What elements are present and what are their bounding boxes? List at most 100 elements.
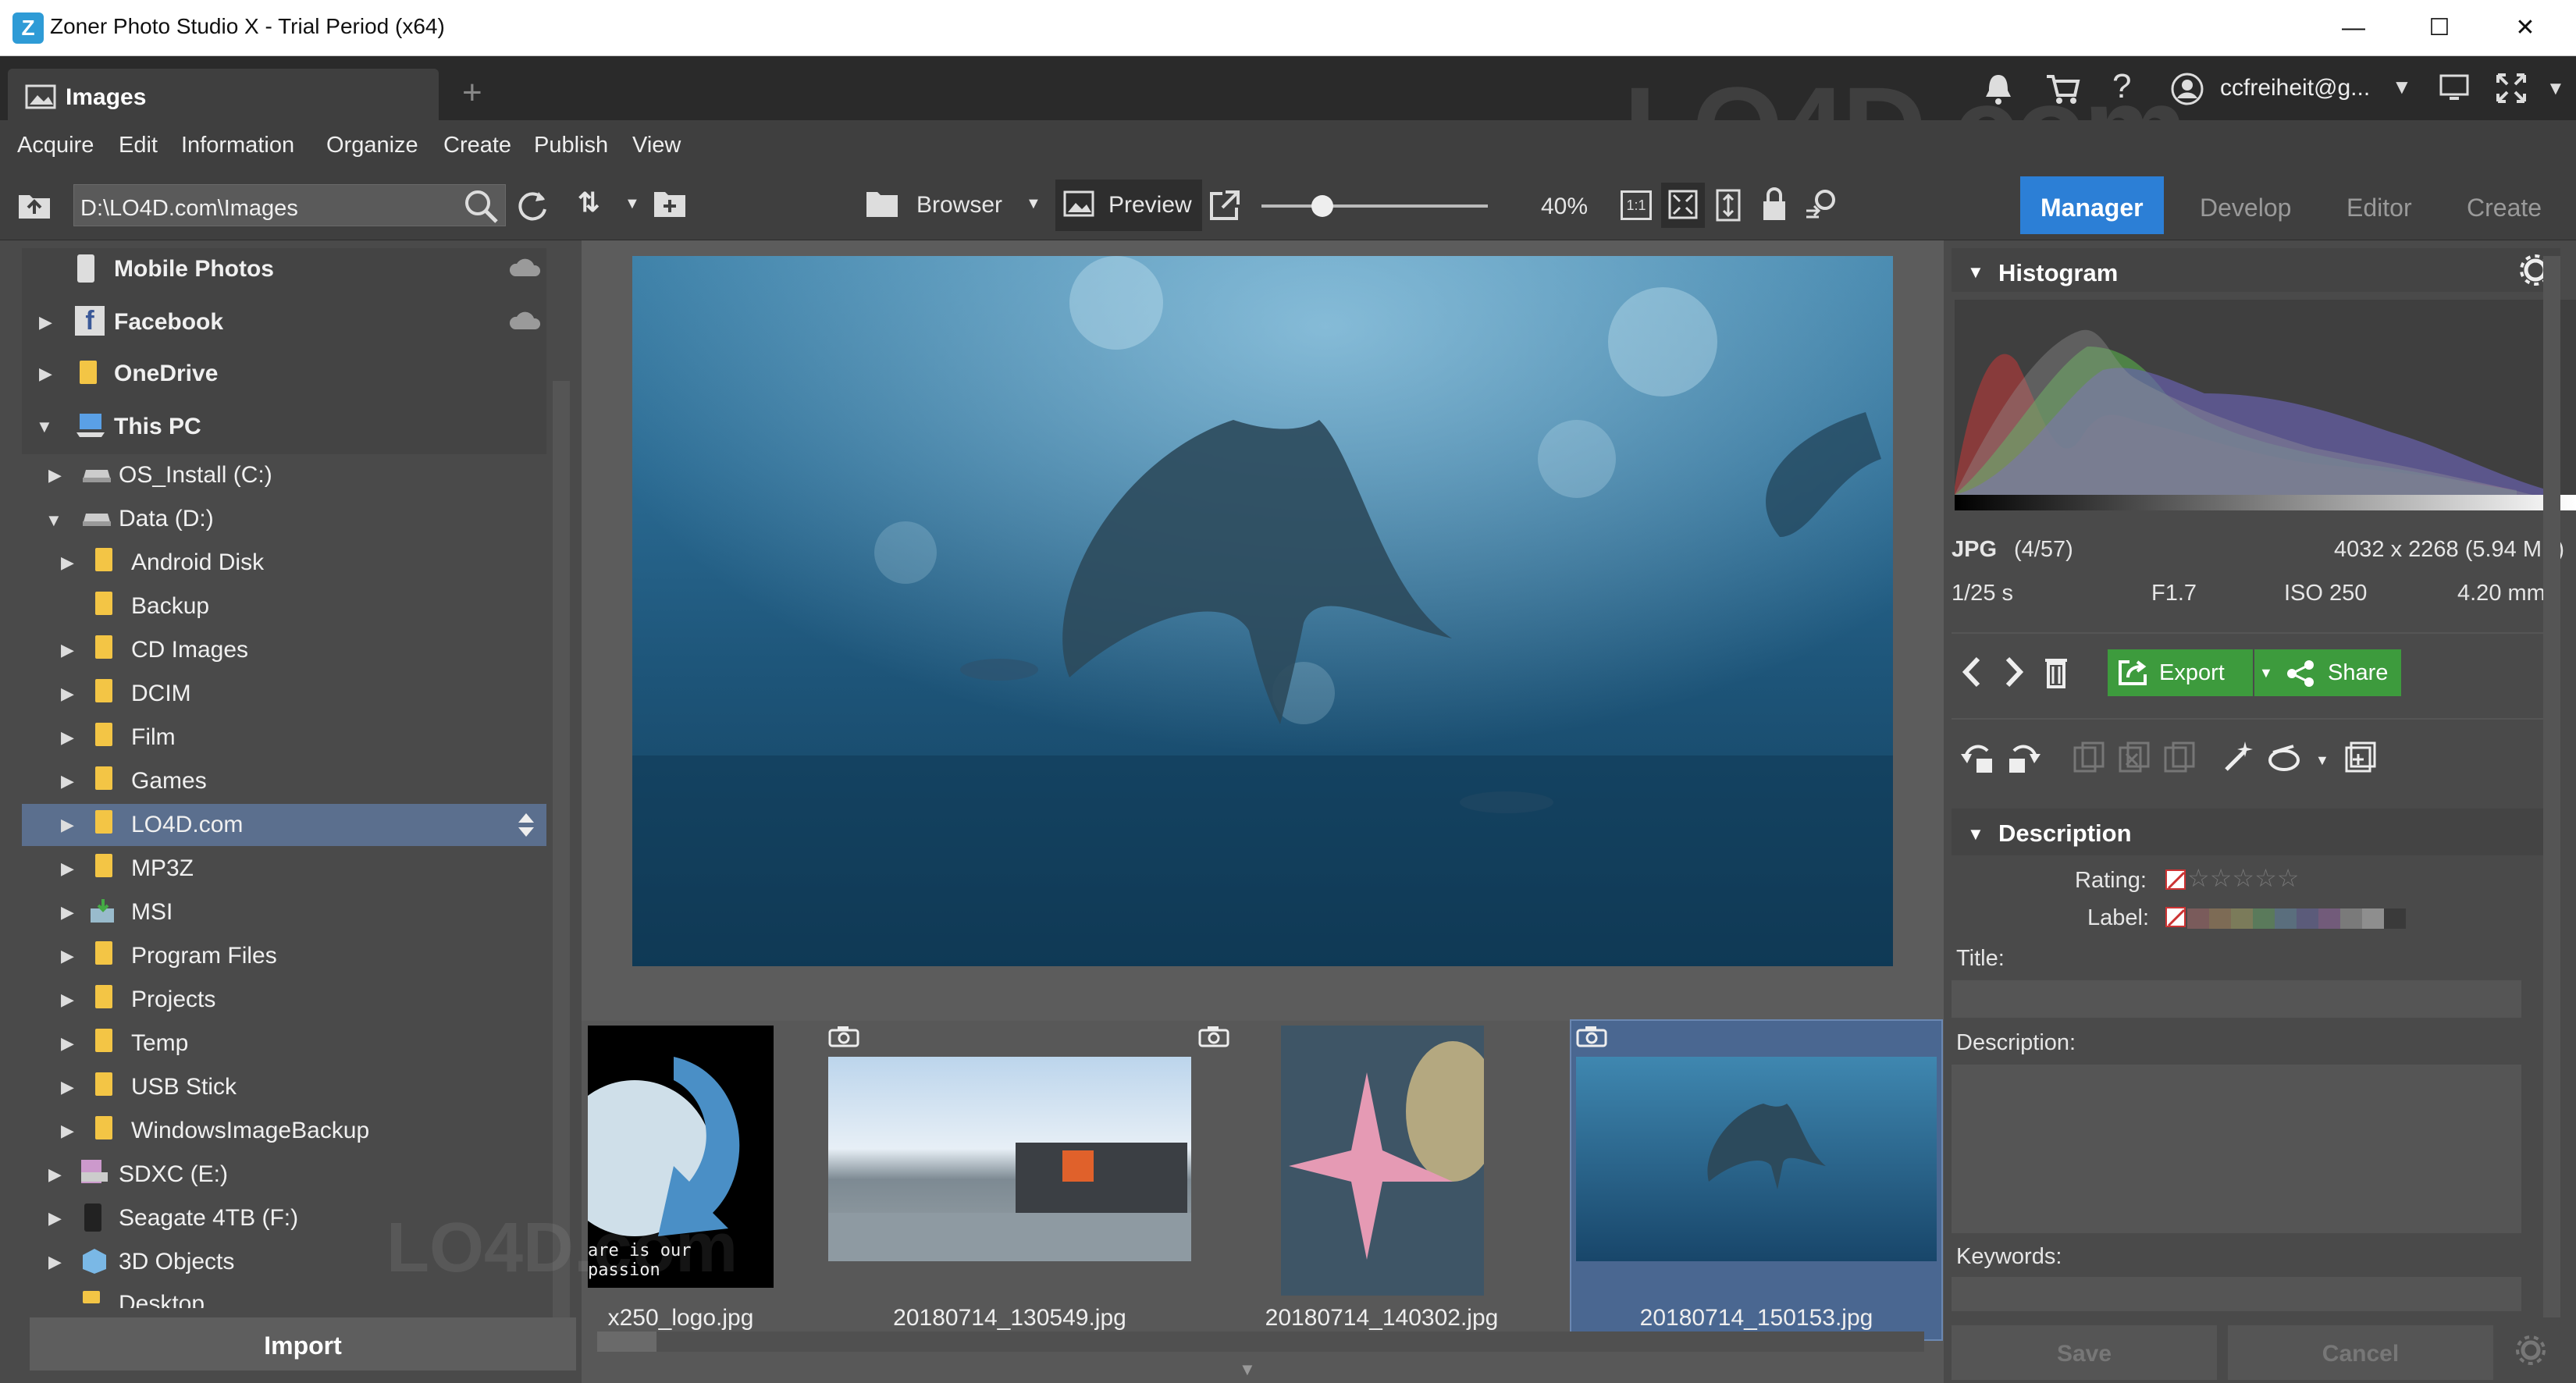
thumbnail-image[interactable] bbox=[1576, 1057, 1937, 1261]
path-input[interactable]: D:\LO4D.com\Images bbox=[73, 184, 506, 226]
settings-gear-icon[interactable] bbox=[2514, 1333, 2548, 1367]
tab-develop[interactable]: Develop bbox=[2179, 176, 2311, 234]
lock-icon[interactable] bbox=[1761, 187, 1788, 222]
export-button[interactable]: Export bbox=[2108, 649, 2253, 696]
tree-item-facebook[interactable]: Facebook bbox=[114, 309, 223, 336]
help-icon[interactable]: ? bbox=[2112, 67, 2131, 106]
description-input[interactable] bbox=[1952, 1065, 2521, 1233]
minimize-button[interactable]: — bbox=[2311, 0, 2396, 56]
tree-item-folder[interactable]: Android Disk bbox=[131, 549, 264, 576]
delete-icon[interactable] bbox=[2042, 654, 2070, 690]
close-button[interactable]: ✕ bbox=[2482, 0, 2568, 56]
cancel-button[interactable]: Cancel bbox=[2228, 1325, 2493, 1380]
folder-up-icon[interactable] bbox=[17, 190, 52, 220]
tree-item-folder-selected[interactable]: LO4D.com bbox=[131, 812, 243, 838]
collapse-arrow-icon[interactable]: ▼ bbox=[36, 417, 53, 437]
tree-item-folder[interactable]: Temp bbox=[131, 1030, 188, 1057]
add-to-album-icon[interactable] bbox=[2343, 740, 2378, 774]
chevron-down-icon[interactable]: ▼ bbox=[2546, 78, 2565, 100]
chevron-down-icon[interactable]: ▼ bbox=[2392, 75, 2412, 99]
thumbnail-scrollbar[interactable] bbox=[597, 1331, 1924, 1352]
tab-manager[interactable]: Manager bbox=[2020, 176, 2164, 234]
tree-item-this-pc[interactable]: This PC bbox=[114, 414, 201, 440]
tree-item-drive-e[interactable]: SDXC (E:) bbox=[119, 1161, 228, 1188]
next-icon[interactable] bbox=[2000, 652, 2028, 692]
browser-button[interactable]: Browser bbox=[916, 192, 1002, 219]
search-icon[interactable] bbox=[464, 189, 500, 225]
tree-item-folder[interactable]: CD Images bbox=[131, 637, 248, 663]
new-folder-icon[interactable] bbox=[653, 189, 687, 220]
move-icon[interactable] bbox=[2117, 740, 2151, 774]
expand-arrow-icon[interactable]: ▶ bbox=[61, 553, 74, 573]
filter-icon[interactable] bbox=[2267, 740, 2306, 774]
tree-item-drive-c[interactable]: OS_Install (C:) bbox=[119, 462, 272, 489]
thumbnail-image[interactable] bbox=[828, 1057, 1191, 1261]
keywords-input[interactable] bbox=[1952, 1277, 2521, 1311]
previous-icon[interactable] bbox=[1958, 652, 1986, 692]
expand-arrow-icon[interactable]: ▶ bbox=[61, 859, 74, 879]
rating-stars[interactable]: ☆☆☆☆☆ bbox=[2187, 863, 2299, 893]
expand-arrow-icon[interactable]: ▶ bbox=[61, 640, 74, 660]
collapse-arrow-icon[interactable]: ▼ bbox=[1967, 262, 1984, 283]
fit-height-icon[interactable] bbox=[1714, 189, 1742, 222]
preview-image[interactable] bbox=[632, 256, 1893, 966]
collapse-arrow-icon[interactable]: ▼ bbox=[1967, 824, 1984, 844]
title-input[interactable] bbox=[1952, 980, 2521, 1018]
tree-item-folder[interactable]: MSI bbox=[131, 899, 173, 926]
expand-arrow-icon[interactable]: ▶ bbox=[61, 1077, 74, 1097]
preview-button[interactable]: Preview bbox=[1055, 180, 1202, 231]
add-tab-button[interactable]: + bbox=[462, 73, 482, 112]
rotate-right-icon[interactable] bbox=[2003, 740, 2042, 776]
expand-arrow-icon[interactable]: ▶ bbox=[61, 684, 74, 704]
tab-editor[interactable]: Editor bbox=[2326, 176, 2432, 234]
tree-item-folder[interactable]: DCIM bbox=[131, 681, 191, 707]
expand-arrow-icon[interactable]: ▶ bbox=[48, 1252, 62, 1272]
rotate-left-icon[interactable] bbox=[1959, 740, 1998, 776]
maximize-button[interactable]: ☐ bbox=[2396, 0, 2482, 56]
bell-icon[interactable] bbox=[1983, 72, 2014, 106]
expand-arrow-icon[interactable]: ▶ bbox=[61, 946, 74, 966]
expand-arrow-icon[interactable]: ▶ bbox=[61, 990, 74, 1010]
import-button[interactable]: Import bbox=[30, 1317, 576, 1371]
menu-publish[interactable]: Publish bbox=[534, 133, 608, 158]
actual-size-button[interactable]: 1:1 bbox=[1621, 190, 1652, 220]
tree-scrollbar[interactable] bbox=[553, 381, 570, 1333]
tree-item-folder[interactable]: MP3Z bbox=[131, 855, 194, 882]
color-labels[interactable] bbox=[2187, 908, 2406, 929]
menu-view[interactable]: View bbox=[632, 133, 681, 158]
scrollbar-thumb[interactable] bbox=[597, 1331, 656, 1352]
save-button[interactable]: Save bbox=[1952, 1325, 2217, 1380]
description-header[interactable]: Description bbox=[1952, 809, 2560, 855]
zoom-slider[interactable] bbox=[1261, 195, 1488, 217]
expand-arrow-icon[interactable]: ▶ bbox=[61, 815, 74, 835]
tree-item-desktop[interactable]: Desktop bbox=[119, 1291, 205, 1308]
expand-arrow-icon[interactable]: ▶ bbox=[61, 902, 74, 923]
chevron-down-icon[interactable]: ▼ bbox=[2315, 752, 2329, 769]
menu-organize[interactable]: Organize bbox=[326, 133, 418, 158]
share-button[interactable]: Share bbox=[2278, 649, 2401, 696]
tree-item-folder[interactable]: Projects bbox=[131, 987, 215, 1013]
sort-icon[interactable]: ⇅ bbox=[578, 187, 600, 219]
collapse-filmstrip-icon[interactable]: ▼ bbox=[1239, 1360, 1256, 1380]
menu-edit[interactable]: Edit bbox=[119, 133, 158, 158]
expand-arrow-icon[interactable]: ▶ bbox=[39, 364, 52, 384]
no-label-icon[interactable] bbox=[2165, 907, 2186, 927]
fullscreen-icon[interactable] bbox=[2495, 72, 2528, 105]
monitor-icon[interactable] bbox=[2439, 73, 2470, 103]
browser-icon[interactable] bbox=[865, 189, 899, 220]
zoom-tool-icon[interactable] bbox=[1803, 187, 1839, 223]
copy-icon[interactable] bbox=[2072, 740, 2106, 774]
chevron-down-icon[interactable]: ▼ bbox=[624, 195, 640, 213]
cart-icon[interactable] bbox=[2045, 73, 2081, 105]
tree-item-drive-f[interactable]: Seagate 4TB (F:) bbox=[119, 1205, 298, 1232]
user-account[interactable]: ccfreiheit@g... bbox=[2220, 75, 2370, 101]
collapse-arrow-icon[interactable]: ▼ bbox=[45, 510, 62, 531]
sort-arrows-icon[interactable] bbox=[515, 810, 537, 840]
expand-arrow-icon[interactable]: ▶ bbox=[48, 465, 62, 485]
tree-item-onedrive[interactable]: OneDrive bbox=[114, 361, 218, 387]
magic-wand-icon[interactable] bbox=[2222, 738, 2258, 774]
tree-item-folder[interactable]: Backup bbox=[131, 593, 209, 620]
refresh-icon[interactable] bbox=[515, 189, 550, 223]
tree-item-folder[interactable]: USB Stick bbox=[131, 1074, 237, 1100]
expand-arrow-icon[interactable]: ▶ bbox=[61, 1033, 74, 1054]
